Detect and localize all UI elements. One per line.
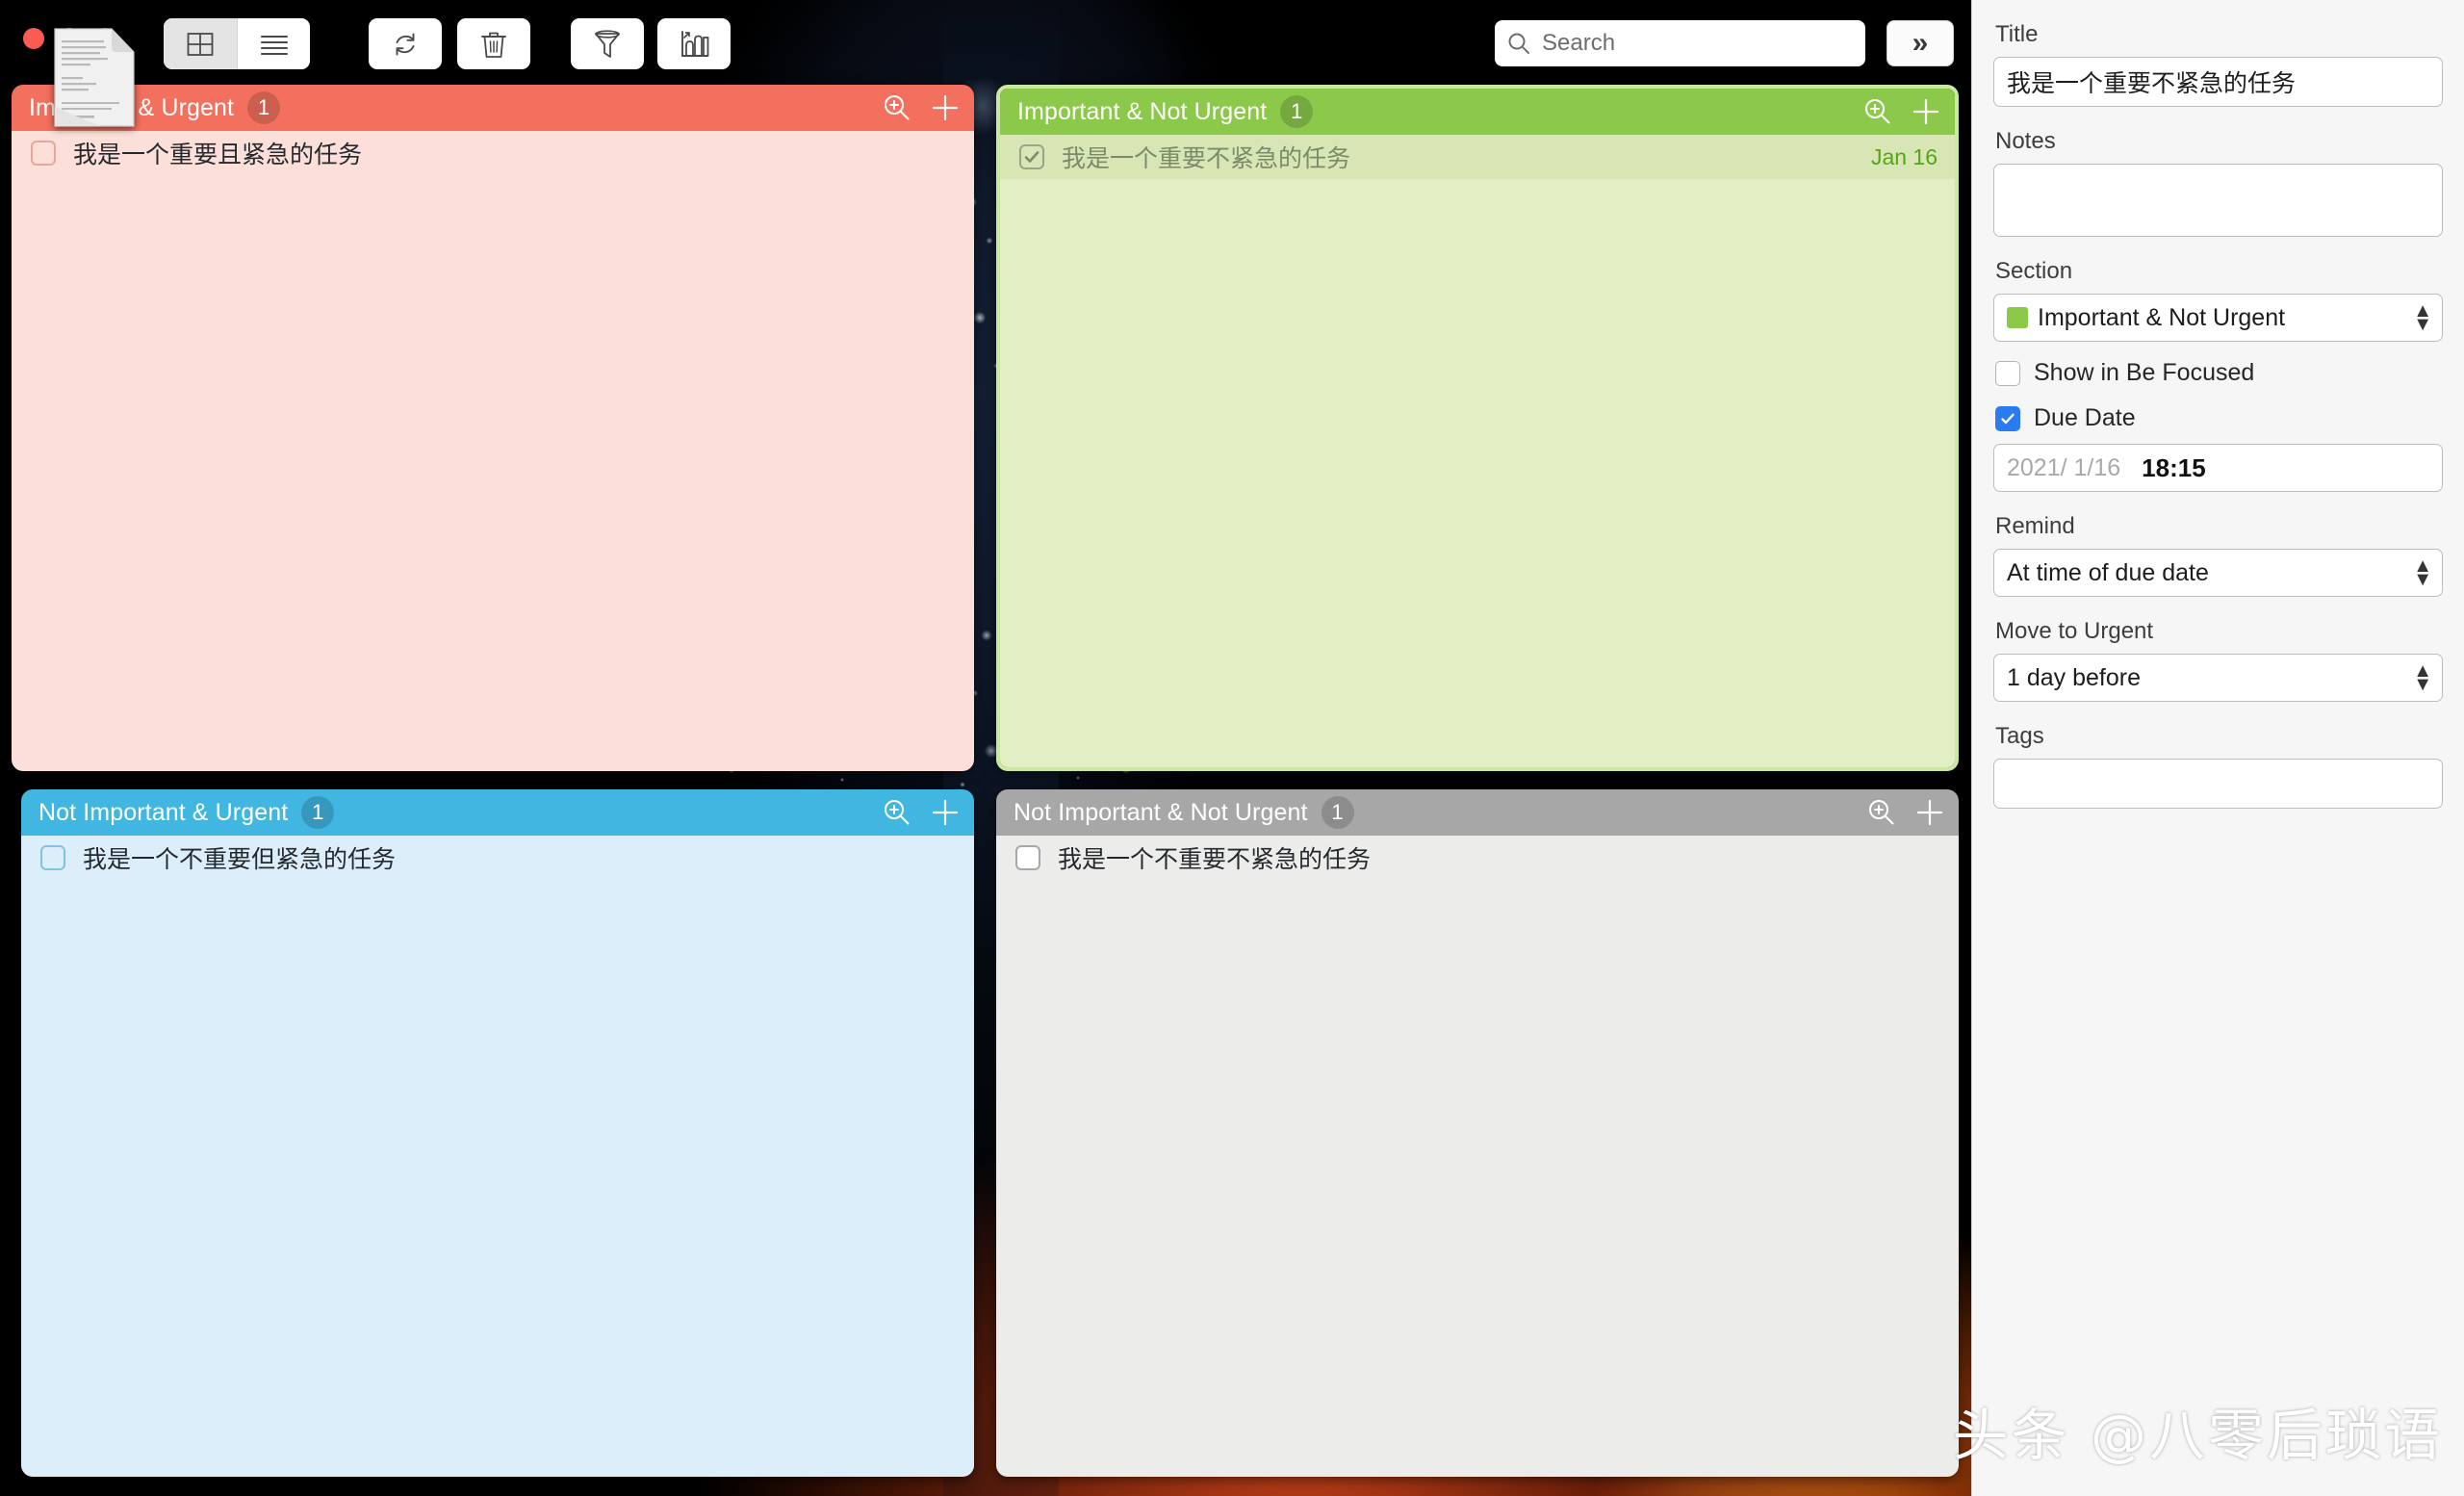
task-title: 我是一个重要不紧急的任务: [1062, 140, 1350, 174]
quadrant-title: Not Important & Urgent: [38, 799, 288, 827]
list-view-icon: [259, 30, 290, 59]
quadrant-count-badge: 1: [1280, 95, 1313, 128]
watermark-text: 头条 @八零后琐语: [1953, 1390, 2443, 1471]
quadrant-header: Important & Urgent 1: [12, 85, 974, 131]
zoom-in-icon[interactable]: [1862, 96, 1893, 127]
stepper-icon[interactable]: ▲▼: [2413, 304, 2432, 332]
notes-label: Notes: [1995, 128, 2443, 155]
quadrant-header: Important & Not Urgent 1: [1000, 89, 1955, 135]
task-row[interactable]: 我是一个不重要但紧急的任务: [21, 836, 974, 880]
zoom-in-icon[interactable]: [882, 92, 912, 123]
section-color-swatch: [2007, 307, 2028, 328]
title-value: 我是一个重要不紧急的任务: [2007, 64, 2296, 99]
due-time-value: 18:15: [2142, 453, 2206, 483]
quadrant-count-badge: 1: [301, 796, 334, 829]
grid-view-icon: [186, 30, 215, 59]
checkmark-icon: [1999, 410, 2016, 427]
show-in-be-focused-row[interactable]: Show in Be Focused: [1995, 359, 2443, 387]
due-date-input[interactable]: 2021/ 1/16 18:15: [1993, 444, 2443, 492]
stepper-icon[interactable]: ▲▼: [2413, 559, 2432, 587]
close-window-button[interactable]: [23, 28, 44, 49]
refresh-icon: [390, 29, 421, 60]
due-date-value: 2021/ 1/16: [2007, 454, 2120, 482]
section-label: Section: [1995, 258, 2443, 285]
add-task-icon[interactable]: [1914, 797, 1945, 828]
quadrant-not-important-not-urgent: Not Important & Not Urgent 1 我是一个不重要不紧急的…: [996, 789, 1959, 1477]
task-checkbox[interactable]: [40, 845, 65, 870]
quadrant-task-list: 我是一个重要不紧急的任务 Jan 16: [1000, 135, 1955, 767]
move-to-urgent-label: Move to Urgent: [1995, 618, 2443, 645]
task-checkbox[interactable]: [1019, 144, 1044, 169]
quadrant-header-actions: [882, 797, 961, 828]
move-to-urgent-value: 1 day before: [2007, 664, 2141, 692]
quadrant-task-list: 我是一个重要且紧急的任务: [12, 131, 974, 771]
search-field[interactable]: Search: [1495, 20, 1865, 66]
quadrant-title: Important & Not Urgent: [1017, 98, 1267, 126]
add-task-icon[interactable]: [1911, 96, 1941, 127]
remind-value: At time of due date: [2007, 559, 2209, 587]
zoom-in-icon[interactable]: [882, 797, 912, 828]
task-due-date: Jan 16: [1871, 144, 1938, 170]
search-icon: [1506, 31, 1531, 56]
checkmark-icon: [1023, 148, 1040, 166]
task-checkbox[interactable]: [31, 141, 56, 166]
task-title: 我是一个不重要但紧急的任务: [83, 840, 396, 875]
task-row[interactable]: 我是一个重要且紧急的任务: [12, 131, 974, 175]
show-in-be-focused-label: Show in Be Focused: [2034, 359, 2254, 387]
view-mode-switch[interactable]: [164, 18, 310, 69]
list-view-button[interactable]: [237, 18, 310, 69]
quadrant-title: Not Important & Not Urgent: [1014, 799, 1308, 827]
title-label: Title: [1995, 21, 2443, 48]
window-toolbar: Search »: [0, 0, 1971, 87]
document-icon: [52, 27, 137, 128]
refresh-button[interactable]: [369, 18, 442, 69]
quadrant-important-not-urgent: Important & Not Urgent 1: [996, 85, 1959, 771]
quadrant-header-actions: [1862, 96, 1941, 127]
search-placeholder: Search: [1542, 30, 1615, 57]
task-title: 我是一个不重要不紧急的任务: [1058, 840, 1371, 875]
add-task-icon[interactable]: [930, 92, 961, 123]
quadrant-header: Not Important & Urgent 1: [21, 789, 974, 836]
section-value: Important & Not Urgent: [2038, 304, 2285, 332]
move-to-urgent-select[interactable]: 1 day before ▲▼: [1993, 654, 2443, 702]
quadrant-count-badge: 1: [1322, 796, 1354, 829]
statistics-button[interactable]: [657, 18, 731, 69]
bar-chart-icon: [678, 29, 710, 60]
add-task-icon[interactable]: [930, 797, 961, 828]
trash-icon: [479, 29, 508, 60]
delete-button[interactable]: [457, 18, 530, 69]
quadrant-count-badge: 1: [247, 91, 280, 124]
notes-input[interactable]: [1993, 164, 2443, 237]
grid-view-button[interactable]: [164, 18, 237, 69]
tags-input[interactable]: [1993, 759, 2443, 809]
quadrant-header: Not Important & Not Urgent 1: [996, 789, 1959, 836]
quadrant-task-list: 我是一个不重要不紧急的任务: [996, 836, 1959, 1477]
zoom-in-icon[interactable]: [1866, 797, 1897, 828]
show-in-be-focused-checkbox[interactable]: [1995, 361, 2020, 386]
task-row[interactable]: 我是一个重要不紧急的任务 Jan 16: [1000, 135, 1955, 179]
remind-label: Remind: [1995, 513, 2443, 540]
due-date-checkbox[interactable]: [1995, 406, 2020, 431]
section-select[interactable]: Important & Not Urgent ▲▼: [1993, 294, 2443, 342]
stepper-icon[interactable]: ▲▼: [2413, 664, 2432, 692]
desktop-root: Search » Important & Urgent 1: [0, 0, 2464, 1496]
remind-select[interactable]: At time of due date ▲▼: [1993, 549, 2443, 597]
task-row[interactable]: 我是一个不重要不紧急的任务: [996, 836, 1959, 880]
quadrant-header-actions: [1866, 797, 1945, 828]
quadrant-important-urgent: Important & Urgent 1 我是一个重要且紧急的任务: [12, 85, 974, 771]
task-title: 我是一个重要且紧急的任务: [73, 136, 362, 170]
filter-button[interactable]: [571, 18, 644, 69]
quadrant-not-important-urgent: Not Important & Urgent 1 我是一个不重要但紧急的任务: [21, 789, 974, 1477]
task-checkbox[interactable]: [1015, 845, 1040, 870]
quadrant-task-list: 我是一个不重要但紧急的任务: [21, 836, 974, 1477]
due-date-label: Due Date: [2034, 404, 2136, 432]
funnel-icon: [592, 28, 623, 61]
due-date-row[interactable]: Due Date: [1995, 404, 2443, 432]
quadrant-header-actions: [882, 92, 961, 123]
title-input[interactable]: 我是一个重要不紧急的任务: [1993, 57, 2443, 107]
chevron-double-right-icon: »: [1912, 29, 1929, 58]
task-inspector-panel: Title 我是一个重要不紧急的任务 Notes Section Importa…: [1971, 0, 2464, 1496]
tags-label: Tags: [1995, 723, 2443, 750]
expand-toolbar-button[interactable]: »: [1886, 20, 1954, 66]
